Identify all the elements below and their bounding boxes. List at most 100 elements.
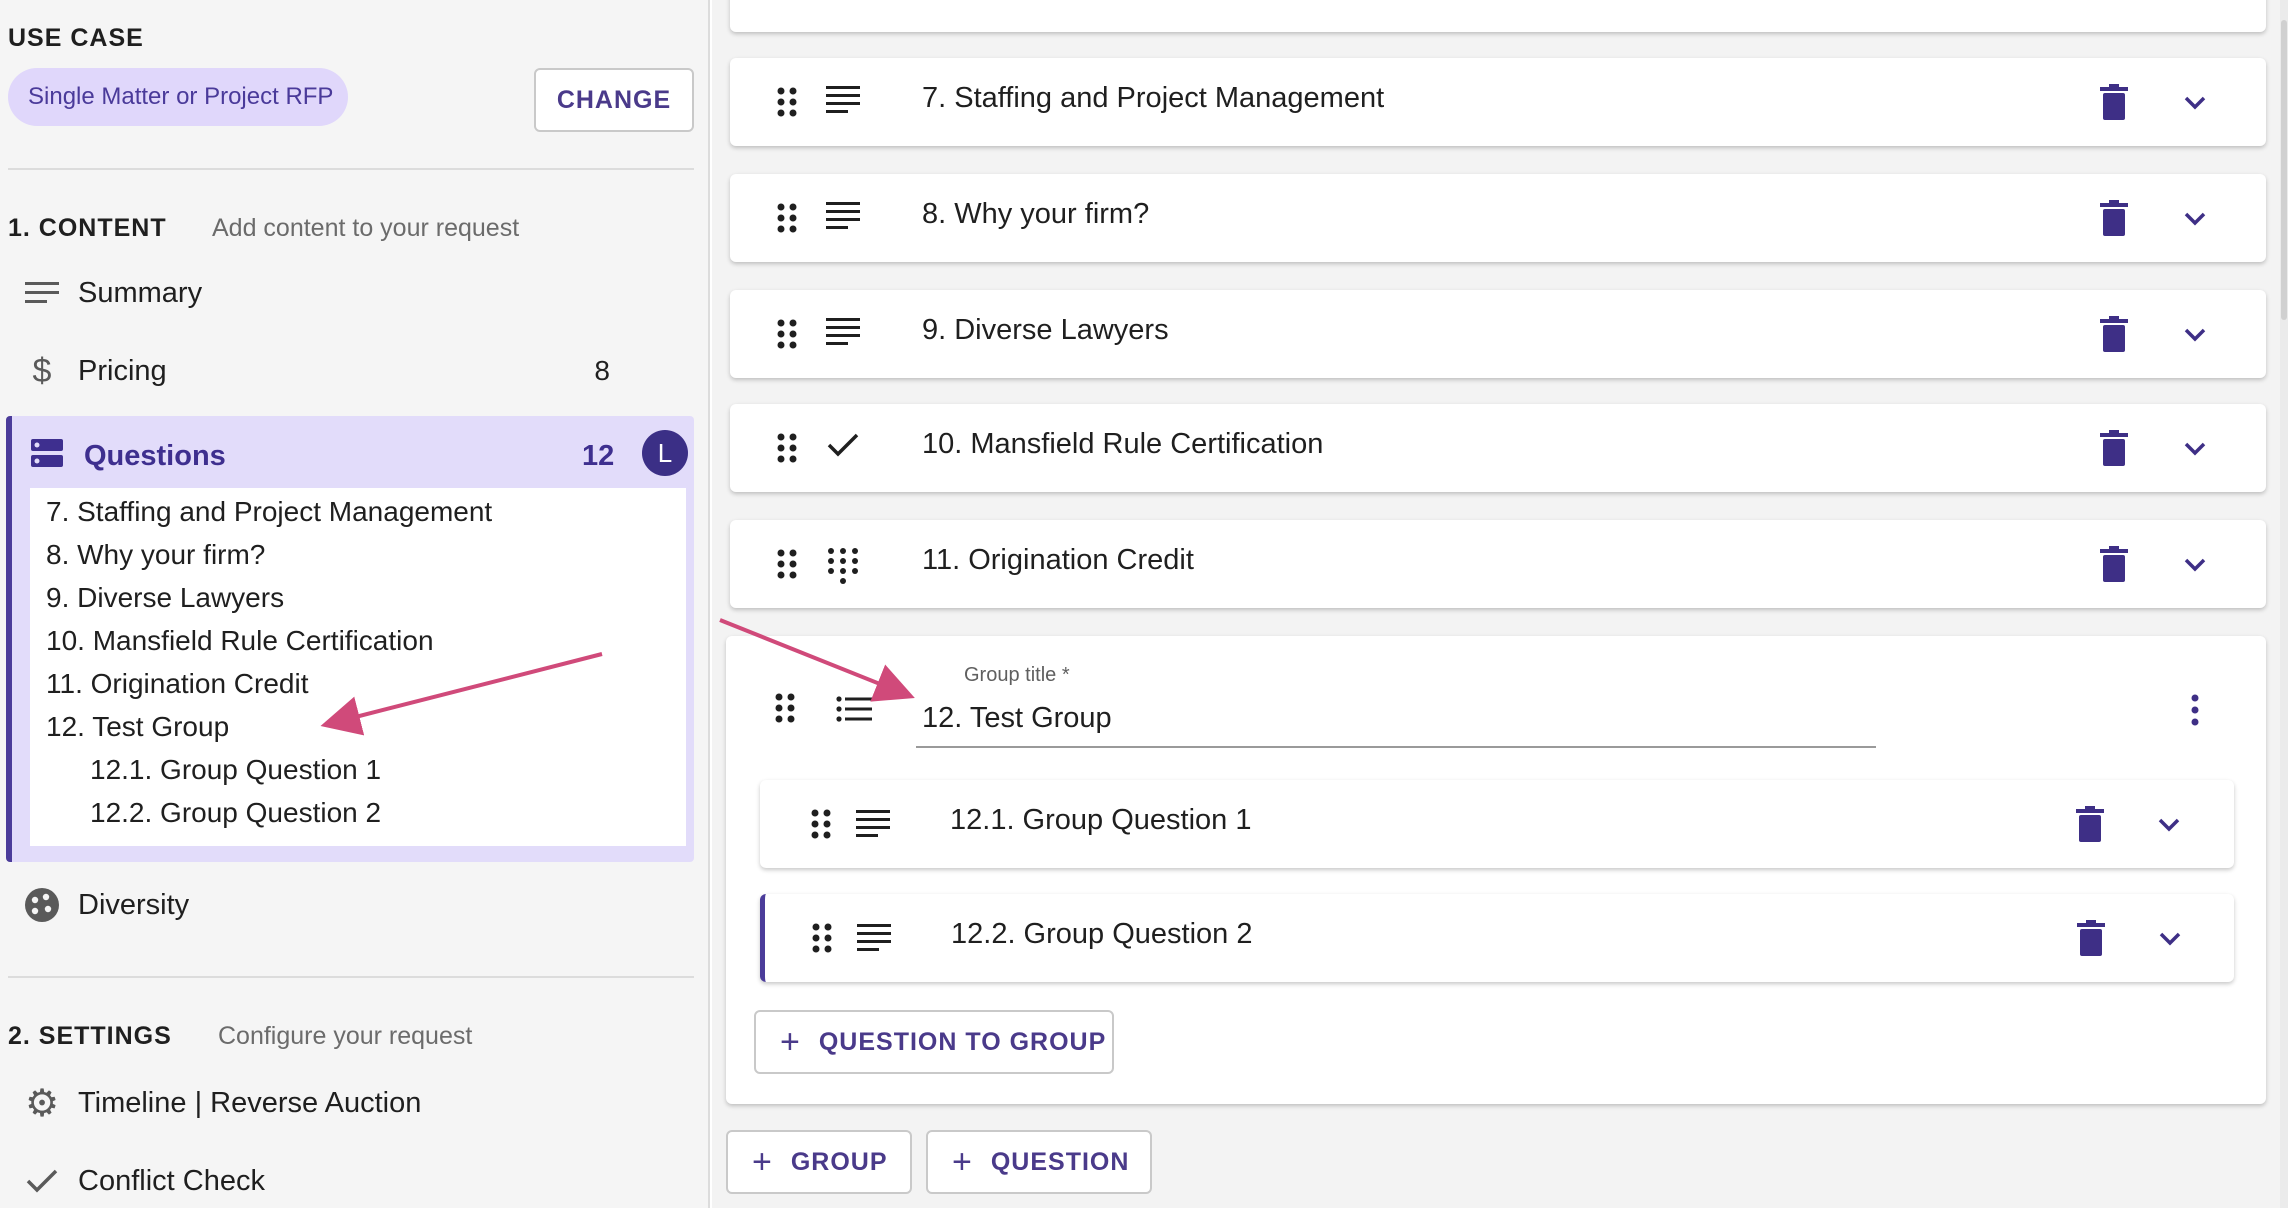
change-use-case-button[interactable]: CHANGE: [534, 68, 694, 132]
plus-icon: +: [780, 1022, 801, 1061]
divider: [8, 976, 694, 978]
more-vert-icon[interactable]: [2190, 694, 2200, 731]
list-icon: [836, 696, 872, 727]
sidebar-item-label: Questions: [84, 440, 226, 472]
list-item[interactable]: 7. Staffing and Project Management: [46, 496, 492, 528]
lines-icon: [24, 275, 60, 311]
question-card[interactable]: 8. Why your firm?: [730, 174, 2266, 262]
question-title: 9. Diverse Lawyers: [922, 314, 1169, 346]
sidebar-item-count: 8: [594, 355, 610, 386]
delete-icon[interactable]: [2100, 546, 2128, 582]
list-item[interactable]: 10. Mansfield Rule Certification: [46, 625, 434, 657]
group-question-card[interactable]: 12.2. Group Question 2: [760, 894, 2234, 982]
drag-handle-icon[interactable]: [810, 808, 832, 845]
question-title: 7. Staffing and Project Management: [922, 82, 1385, 114]
dialpad-icon: [826, 546, 862, 584]
question-card[interactable]: 11. Origination Credit: [730, 520, 2266, 608]
gear-icon: ⚙: [24, 1082, 60, 1125]
question-title: 10. Mansfield Rule Certification: [922, 428, 1324, 460]
settings-section-hint: Configure your request: [218, 1022, 473, 1050]
delete-icon[interactable]: [2108, 0, 2136, 28]
question-title: 12.2. Group Question 2: [951, 918, 1253, 950]
check-icon: [826, 430, 862, 466]
sidebar-item-conflict-check[interactable]: Conflict Check: [0, 1146, 700, 1208]
add-question-to-group-button[interactable]: + QUESTION TO GROUP: [754, 1010, 1114, 1074]
divider: [8, 168, 694, 170]
sidebar-item-label: Conflict Check: [78, 1164, 265, 1197]
text-icon: [826, 84, 862, 120]
delete-icon[interactable]: [2076, 806, 2104, 842]
question-card[interactable]: 9. Diverse Lawyers: [730, 290, 2266, 378]
button-label: QUESTION: [990, 1147, 1130, 1176]
sidebar-item-label: Diversity: [78, 888, 190, 921]
text-icon: [826, 316, 862, 352]
group-title-input[interactable]: 12. Test Group: [916, 698, 1876, 748]
sidebar-item-label: Summary: [78, 276, 203, 309]
delete-icon[interactable]: [2100, 316, 2128, 352]
use-case-label: USE CASE: [8, 24, 144, 52]
group-title-label: Group title *: [964, 664, 1070, 686]
list-item[interactable]: 8. Why your firm?: [46, 539, 265, 571]
drag-handle-icon[interactable]: [776, 318, 798, 350]
scrollbar-thumb[interactable]: [2281, 20, 2287, 320]
avatar[interactable]: L: [642, 430, 688, 476]
drag-handle-icon[interactable]: [776, 202, 798, 234]
chevron-down-icon[interactable]: [2182, 552, 2208, 578]
drag-handle-icon[interactable]: [811, 922, 833, 959]
chevron-down-icon[interactable]: [2157, 926, 2183, 952]
question-group-card: Group title * 12. Test Group 12.1. Group…: [726, 636, 2266, 1104]
question-card[interactable]: [730, 0, 2266, 32]
list-item[interactable]: 11. Origination Credit: [46, 668, 309, 700]
list-item[interactable]: 12.2. Group Question 2: [90, 797, 381, 829]
sidebar-item-count: 12: [582, 440, 615, 472]
button-label: GROUP: [790, 1147, 888, 1176]
delete-icon[interactable]: [2077, 920, 2105, 956]
sidebar-item-label: Timeline | Reverse Auction: [78, 1086, 422, 1119]
add-question-button[interactable]: + QUESTION: [926, 1130, 1152, 1194]
sidebar-item-questions[interactable]: Questions 12 L 7. Staffing and Project M…: [6, 416, 694, 862]
question-title: 8. Why your firm?: [922, 198, 1150, 230]
delete-icon[interactable]: [2100, 84, 2128, 120]
chevron-down-icon[interactable]: [2182, 206, 2208, 232]
question-title: 12.1. Group Question 1: [950, 804, 1252, 836]
list-item[interactable]: 9. Diverse Lawyers: [46, 582, 284, 614]
sidebar-item-diversity[interactable]: Diversity: [0, 870, 700, 940]
plus-icon: +: [752, 1142, 773, 1181]
question-card[interactable]: 7. Staffing and Project Management: [730, 58, 2266, 146]
chevron-down-icon[interactable]: [2182, 322, 2208, 348]
list-item[interactable]: 12. Test Group: [46, 711, 229, 743]
drag-handle-icon[interactable]: [774, 692, 796, 729]
drag-handle-icon[interactable]: [776, 432, 798, 464]
sidebar: USE CASE Single Matter or Project RFP CH…: [0, 0, 710, 1208]
storage-icon: [30, 436, 64, 475]
button-label: QUESTION TO GROUP: [818, 1027, 1107, 1056]
check-icon: [24, 1163, 60, 1199]
sidebar-item-label: Pricing: [78, 354, 167, 387]
question-title: 11. Origination Credit: [922, 544, 1194, 576]
drag-handle-icon[interactable]: [776, 548, 798, 580]
question-card[interactable]: 10. Mansfield Rule Certification: [730, 404, 2266, 492]
chevron-down-icon[interactable]: [2156, 812, 2182, 838]
plus-icon: +: [952, 1142, 973, 1181]
sidebar-item-timeline[interactable]: ⚙ Timeline | Reverse Auction: [0, 1068, 700, 1138]
use-case-chip: Single Matter or Project RFP: [8, 68, 348, 126]
question-outline-list: 7. Staffing and Project Management 8. Wh…: [30, 488, 686, 846]
delete-icon[interactable]: [2100, 430, 2128, 466]
add-group-button[interactable]: + GROUP: [726, 1130, 912, 1194]
content-section-hint: Add content to your request: [212, 214, 520, 242]
content-section-label: 1. CONTENT: [8, 214, 167, 242]
dollar-icon: $: [32, 351, 52, 390]
chevron-down-icon[interactable]: [2182, 436, 2208, 462]
delete-icon[interactable]: [2100, 200, 2128, 236]
drag-handle-icon[interactable]: [776, 86, 798, 118]
palette-icon: [24, 887, 60, 923]
sidebar-item-pricing[interactable]: $ Pricing 8: [0, 336, 700, 406]
text-icon: [857, 922, 891, 957]
chevron-down-icon[interactable]: [2182, 90, 2208, 116]
list-item[interactable]: 12.1. Group Question 1: [90, 754, 381, 786]
group-question-card[interactable]: 12.1. Group Question 1: [760, 780, 2234, 868]
text-icon: [826, 200, 862, 236]
text-icon: [856, 808, 890, 843]
settings-section-label: 2. SETTINGS: [8, 1022, 172, 1050]
sidebar-item-summary[interactable]: Summary: [0, 258, 700, 328]
